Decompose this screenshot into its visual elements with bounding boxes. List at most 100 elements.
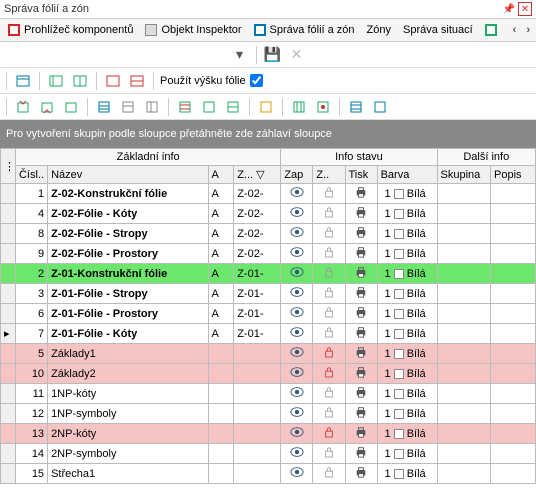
cell-popis[interactable] [491, 404, 536, 424]
header-a[interactable]: A [208, 166, 234, 184]
cell-a[interactable] [208, 364, 234, 384]
tab-next-icon[interactable]: › [522, 24, 534, 36]
header-group-extra[interactable]: Další info [437, 149, 535, 166]
tool-a5[interactable] [127, 71, 147, 91]
cell-barva[interactable]: 1 Bílá [377, 224, 437, 244]
table-row[interactable]: 6Z-01-Fólie - ProstoryAZ-01-1 Bílá [1, 304, 536, 324]
cell-skupina[interactable] [437, 404, 490, 424]
cell-z[interactable]: Z-01- [234, 284, 281, 304]
save-icon[interactable]: 💾 [263, 45, 283, 65]
cell-num[interactable]: 8 [15, 224, 47, 244]
tool-b13[interactable] [346, 97, 366, 117]
delete-icon[interactable]: ✕ [287, 45, 307, 65]
cell-name[interactable]: 1NP-symboly [48, 404, 208, 424]
cell-zap[interactable] [281, 184, 313, 204]
header-barva[interactable]: Barva [377, 166, 437, 184]
tool-a3[interactable] [70, 71, 90, 91]
cell-popis[interactable] [491, 284, 536, 304]
cell-skupina[interactable] [437, 224, 490, 244]
dropdown-button[interactable]: ▾ [230, 45, 250, 65]
cell-num[interactable]: 11 [15, 384, 47, 404]
cell-num[interactable]: 1 [15, 184, 47, 204]
cell-lock[interactable] [313, 184, 345, 204]
cell-z[interactable] [234, 404, 281, 424]
cell-a[interactable] [208, 384, 234, 404]
tab-extra[interactable] [479, 22, 503, 38]
cell-lock[interactable] [313, 224, 345, 244]
tool-b8[interactable] [199, 97, 219, 117]
cell-name[interactable]: Z-02-Konstrukční fólie [48, 184, 208, 204]
cell-num[interactable]: 5 [15, 344, 47, 364]
cell-z[interactable]: Z-02- [234, 184, 281, 204]
row-handle[interactable] [1, 464, 16, 484]
cell-a[interactable] [208, 424, 234, 444]
cell-popis[interactable] [491, 464, 536, 484]
cell-print[interactable] [345, 204, 377, 224]
cell-a[interactable]: A [208, 244, 234, 264]
cell-num[interactable]: 13 [15, 424, 47, 444]
cell-barva[interactable]: 1 Bílá [377, 184, 437, 204]
cell-skupina[interactable] [437, 264, 490, 284]
cell-barva[interactable]: 1 Bílá [377, 284, 437, 304]
tool-a1[interactable] [13, 71, 33, 91]
cell-zap[interactable] [281, 284, 313, 304]
cell-a[interactable]: A [208, 204, 234, 224]
cell-num[interactable]: 2 [15, 264, 47, 284]
cell-zap[interactable] [281, 464, 313, 484]
cell-zap[interactable] [281, 224, 313, 244]
cell-z[interactable] [234, 344, 281, 364]
cell-z[interactable]: Z-01- [234, 264, 281, 284]
cell-a[interactable] [208, 444, 234, 464]
table-row[interactable]: 10Základy21 Bílá [1, 364, 536, 384]
cell-z[interactable]: Z-01- [234, 304, 281, 324]
cell-z[interactable]: Z-02- [234, 204, 281, 224]
cell-popis[interactable] [491, 244, 536, 264]
cell-barva[interactable]: 1 Bílá [377, 444, 437, 464]
cell-name[interactable]: Z-01-Fólie - Prostory [48, 304, 208, 324]
cell-skupina[interactable] [437, 324, 490, 344]
cell-name[interactable]: 1NP-kóty [48, 384, 208, 404]
tool-b2[interactable] [37, 97, 57, 117]
header-name[interactable]: Název [48, 166, 208, 184]
tool-b12[interactable] [313, 97, 333, 117]
table-row[interactable]: 5Základy11 Bílá [1, 344, 536, 364]
cell-print[interactable] [345, 444, 377, 464]
cell-lock[interactable] [313, 364, 345, 384]
cell-popis[interactable] [491, 424, 536, 444]
table-row[interactable]: 2Z-01-Konstrukční fólieAZ-01-1 Bílá [1, 264, 536, 284]
row-handle[interactable] [1, 204, 16, 224]
group-hint-bar[interactable]: Pro vytvoření skupin podle sloupce přetá… [0, 120, 536, 148]
cell-zap[interactable] [281, 444, 313, 464]
row-selector-header[interactable]: ⋮ [1, 149, 16, 184]
cell-z[interactable]: Z-01- [234, 324, 281, 344]
tool-a2[interactable] [46, 71, 66, 91]
table-row[interactable]: 111NP-kóty1 Bílá [1, 384, 536, 404]
cell-z[interactable] [234, 444, 281, 464]
cell-print[interactable] [345, 264, 377, 284]
cell-lock[interactable] [313, 344, 345, 364]
row-handle[interactable] [1, 244, 16, 264]
cell-num[interactable]: 14 [15, 444, 47, 464]
cell-z[interactable]: Z-02- [234, 244, 281, 264]
table-row[interactable]: 121NP-symboly1 Bílá [1, 404, 536, 424]
header-num[interactable]: Čísl.. [15, 166, 47, 184]
tool-b11[interactable] [289, 97, 309, 117]
cell-num[interactable]: 4 [15, 204, 47, 224]
cell-skupina[interactable] [437, 304, 490, 324]
row-handle[interactable] [1, 364, 16, 384]
cell-a[interactable]: A [208, 264, 234, 284]
table-row[interactable]: 4Z-02-Fólie - KótyAZ-02-1 Bílá [1, 204, 536, 224]
cell-print[interactable] [345, 464, 377, 484]
row-handle[interactable] [1, 344, 16, 364]
cell-print[interactable] [345, 404, 377, 424]
cell-name[interactable]: Z-02-Fólie - Prostory [48, 244, 208, 264]
cell-zap[interactable] [281, 324, 313, 344]
cell-a[interactable]: A [208, 224, 234, 244]
cell-name[interactable]: Základy1 [48, 344, 208, 364]
cell-popis[interactable] [491, 364, 536, 384]
table-row[interactable]: 3Z-01-Fólie - StropyAZ-01-1 Bílá [1, 284, 536, 304]
cell-name[interactable]: 2NP-kóty [48, 424, 208, 444]
cell-skupina[interactable] [437, 364, 490, 384]
cell-name[interactable]: Střecha1 [48, 464, 208, 484]
cell-skupina[interactable] [437, 344, 490, 364]
